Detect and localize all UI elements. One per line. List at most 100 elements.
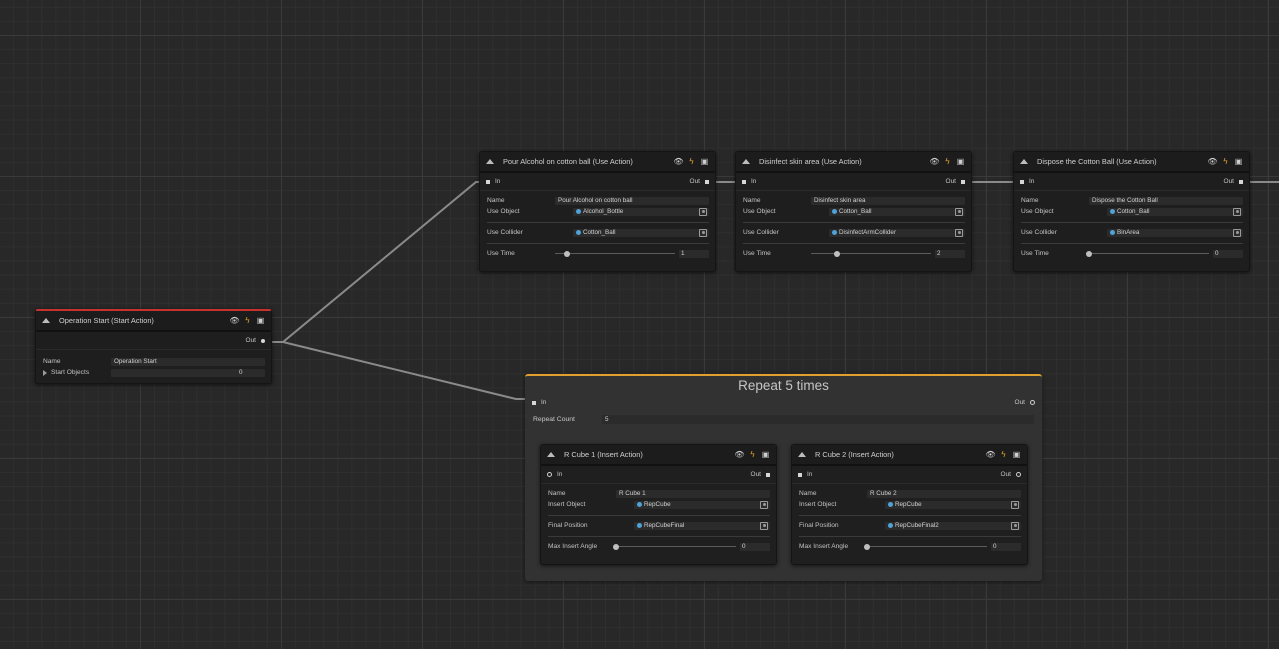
eye-icon[interactable]: 👁 <box>229 316 239 325</box>
target-icon[interactable] <box>1011 521 1019 530</box>
bolt-icon[interactable]: ϟ <box>999 450 1008 459</box>
save-icon[interactable]: ▣ <box>761 450 770 459</box>
in-port-dot[interactable] <box>742 179 746 184</box>
use-object-field[interactable]: Cotton_Ball <box>1107 207 1243 216</box>
out-port[interactable]: Out <box>685 178 709 185</box>
eye-icon[interactable]: 👁 <box>929 157 939 166</box>
use-collider-field[interactable]: BinArea <box>1107 228 1243 237</box>
use-object-field[interactable]: Alcohol_Bottle <box>573 207 709 216</box>
in-port-dot[interactable] <box>532 400 536 405</box>
save-icon[interactable]: ▣ <box>256 316 265 325</box>
slider-knob[interactable] <box>864 543 870 550</box>
out-port[interactable]: Out <box>241 337 265 344</box>
bolt-icon[interactable]: ϟ <box>1221 157 1230 166</box>
use-time-slider[interactable]: 0 <box>1086 249 1243 258</box>
expand-arrow-icon[interactable] <box>43 369 47 376</box>
insert-object-field[interactable]: RepCube <box>885 500 1021 509</box>
eye-icon[interactable]: 👁 <box>734 450 744 459</box>
target-icon[interactable] <box>699 207 707 216</box>
slider-knob[interactable] <box>564 250 570 257</box>
save-icon[interactable]: ▣ <box>956 157 965 166</box>
target-icon[interactable] <box>955 207 963 216</box>
save-icon[interactable]: ▣ <box>1234 157 1243 166</box>
final-position-field[interactable]: RepCubeFinal2 <box>885 521 1021 530</box>
out-port-dot[interactable] <box>961 179 965 184</box>
use-time-input[interactable]: 0 <box>1213 249 1243 258</box>
node-header[interactable]: Pour Alcohol on cotton ball (Use Action)… <box>480 152 715 173</box>
target-icon[interactable] <box>1233 207 1241 216</box>
in-port-dot[interactable] <box>798 472 802 477</box>
dispose-node[interactable]: Dispose the Cotton Ball (Use Action) 👁 ϟ… <box>1013 151 1250 272</box>
slider-track[interactable] <box>811 250 931 257</box>
use-collider-field[interactable]: DisinfectArmCollider <box>829 228 965 237</box>
collapse-icon[interactable] <box>42 318 50 323</box>
r-cube-2-node[interactable]: R Cube 2 (Insert Action) 👁 ϟ ▣ In Out Na… <box>791 444 1028 565</box>
save-icon[interactable]: ▣ <box>700 157 709 166</box>
slider-knob[interactable] <box>834 250 841 257</box>
r-cube-1-node[interactable]: R Cube 1 (Insert Action) 👁 ϟ ▣ In Out Na… <box>540 444 777 565</box>
name-field[interactable]: R Cube 1 <box>616 489 770 498</box>
in-port[interactable]: In <box>798 471 817 478</box>
collapse-icon[interactable] <box>742 159 750 164</box>
collapse-icon[interactable] <box>798 452 806 457</box>
target-icon[interactable] <box>1233 228 1241 237</box>
in-port[interactable]: In <box>532 399 551 406</box>
use-time-input[interactable]: 1 <box>679 249 709 258</box>
slider-knob[interactable] <box>613 543 619 550</box>
eye-icon[interactable]: 👁 <box>985 450 995 459</box>
out-port-dot[interactable] <box>261 338 265 343</box>
out-port-dot[interactable] <box>1239 179 1243 184</box>
max-angle-input[interactable]: 0 <box>740 542 770 551</box>
out-port[interactable]: Out <box>941 178 965 185</box>
target-icon[interactable] <box>699 228 707 237</box>
bolt-icon[interactable]: ϟ <box>748 450 757 459</box>
slider-track[interactable] <box>864 543 987 550</box>
repeat-count-field[interactable]: 5 <box>602 414 1034 424</box>
in-port-dot[interactable] <box>1020 179 1024 184</box>
bolt-icon[interactable]: ϟ <box>243 316 252 325</box>
target-icon[interactable] <box>760 500 768 509</box>
use-time-slider[interactable]: 1 <box>555 249 709 258</box>
bolt-icon[interactable]: ϟ <box>943 157 952 166</box>
out-port-dot[interactable] <box>1030 400 1035 405</box>
slider-track[interactable] <box>613 543 736 550</box>
out-port-dot[interactable] <box>1016 472 1021 477</box>
name-field[interactable]: Disinfect skin area <box>811 196 965 205</box>
name-field[interactable]: R Cube 2 <box>867 489 1021 498</box>
out-port[interactable]: Out <box>996 471 1021 478</box>
max-angle-slider[interactable]: 0 <box>864 542 1021 551</box>
name-field[interactable]: Dispose the Cotton Ball <box>1089 196 1243 205</box>
bolt-icon[interactable]: ϟ <box>687 157 696 166</box>
in-port[interactable]: In <box>742 178 761 185</box>
max-angle-slider[interactable]: 0 <box>613 542 770 551</box>
node-header[interactable]: R Cube 2 (Insert Action) 👁 ϟ ▣ <box>792 445 1027 466</box>
eye-icon[interactable]: 👁 <box>673 157 683 166</box>
save-icon[interactable]: ▣ <box>1012 450 1021 459</box>
node-header[interactable]: R Cube 1 (Insert Action) 👁 ϟ ▣ <box>541 445 776 466</box>
node-header[interactable]: Operation Start (Start Action) 👁 ϟ ▣ <box>36 311 271 332</box>
name-field[interactable]: Operation Start <box>111 357 265 366</box>
max-angle-input[interactable]: 0 <box>991 542 1021 551</box>
out-port[interactable]: Out <box>1219 178 1243 185</box>
pour-alcohol-node[interactable]: Pour Alcohol on cotton ball (Use Action)… <box>479 151 716 272</box>
node-header[interactable]: Dispose the Cotton Ball (Use Action) 👁 ϟ… <box>1014 152 1249 173</box>
target-icon[interactable] <box>760 521 768 530</box>
in-port[interactable]: In <box>486 178 505 185</box>
slider-knob[interactable] <box>1086 250 1092 257</box>
out-port-dot[interactable] <box>705 179 709 184</box>
out-port[interactable]: Out <box>1010 399 1035 406</box>
target-icon[interactable] <box>1011 500 1019 509</box>
out-port-dot[interactable] <box>766 472 770 477</box>
start-objects-count[interactable]: 0 <box>111 368 265 377</box>
slider-track[interactable] <box>1086 250 1209 257</box>
disinfect-node[interactable]: Disinfect skin area (Use Action) 👁 ϟ ▣ I… <box>735 151 972 272</box>
use-object-field[interactable]: Cotton_Ball <box>829 207 965 216</box>
collapse-icon[interactable] <box>547 452 555 457</box>
slider-track[interactable] <box>555 250 675 257</box>
collapse-icon[interactable] <box>486 159 494 164</box>
collapse-icon[interactable] <box>1020 159 1028 164</box>
in-port[interactable]: In <box>1020 178 1039 185</box>
eye-icon[interactable]: 👁 <box>1207 157 1217 166</box>
operation-start-node[interactable]: Operation Start (Start Action) 👁 ϟ ▣ Out… <box>35 309 272 384</box>
use-time-input[interactable]: 2 <box>935 249 965 258</box>
